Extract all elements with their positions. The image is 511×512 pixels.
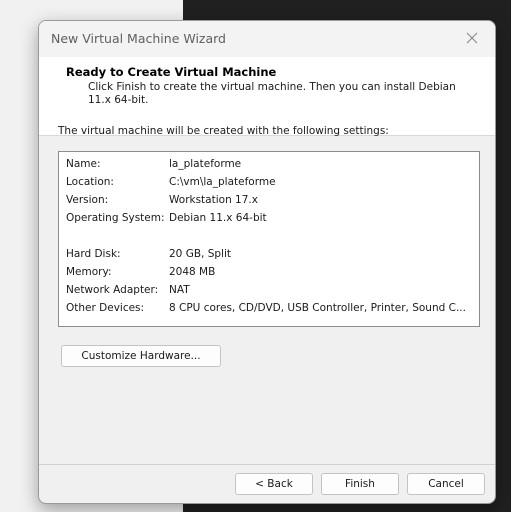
cancel-button[interactable]: Cancel: [407, 473, 485, 495]
title-bar: New Virtual Machine Wizard: [39, 21, 495, 57]
close-button[interactable]: [461, 27, 483, 49]
setting-row-name: Name: la_plateforme: [66, 158, 241, 170]
finish-button[interactable]: Finish: [321, 473, 399, 495]
setting-value: NAT: [169, 284, 190, 296]
setting-row-location: Location: C:\vm\la_plateforme: [66, 176, 276, 188]
setting-label: Version:: [66, 194, 109, 206]
footer-divider: [39, 464, 495, 465]
setting-label: Hard Disk:: [66, 248, 121, 260]
setting-row-other-devices: Other Devices: 8 CPU cores, CD/DVD, USB C…: [66, 302, 466, 314]
setting-label: Network Adapter:: [66, 284, 159, 296]
setting-value: C:\vm\la_plateforme: [169, 176, 276, 188]
header-title: Ready to Create Virtual Machine: [66, 65, 277, 79]
setting-row-version: Version: Workstation 17.x: [66, 194, 258, 206]
setting-row-network-adapter: Network Adapter: NAT: [66, 284, 190, 296]
setting-value: la_plateforme: [169, 158, 242, 170]
setting-row-memory: Memory: 2048 MB: [66, 266, 215, 278]
settings-intro-text: The virtual machine will be created with…: [58, 125, 389, 137]
window-title: New Virtual Machine Wizard: [51, 31, 226, 46]
setting-row-os: Operating System: Debian 11.x 64-bit: [66, 212, 267, 224]
wizard-dialog: New Virtual Machine Wizard Ready to Crea…: [38, 20, 496, 504]
setting-label: Memory:: [66, 266, 112, 278]
customize-hardware-button[interactable]: Customize Hardware...: [61, 345, 221, 367]
setting-value: 20 GB, Split: [169, 248, 231, 260]
settings-summary: Name: la_plateforme Location: C:\vm\la_pla…: [58, 151, 480, 327]
back-button[interactable]: < Back: [235, 473, 313, 495]
setting-label: Location:: [66, 176, 114, 188]
setting-value: Debian 11.x 64-bit: [169, 212, 267, 224]
setting-label: Other Devices:: [66, 302, 145, 314]
setting-value: Workstation 17.x: [169, 194, 258, 206]
setting-label: Operating System:: [66, 212, 165, 224]
setting-label: Name:: [66, 158, 101, 170]
setting-value: 8 CPU cores, CD/DVD, USB Controller, Pri…: [169, 302, 466, 314]
setting-value: 2048 MB: [169, 266, 216, 278]
header-description: Click Finish to create the virtual machi…: [88, 81, 456, 106]
close-icon: [466, 32, 478, 44]
setting-row-hard-disk: Hard Disk: 20 GB, Split: [66, 248, 231, 260]
